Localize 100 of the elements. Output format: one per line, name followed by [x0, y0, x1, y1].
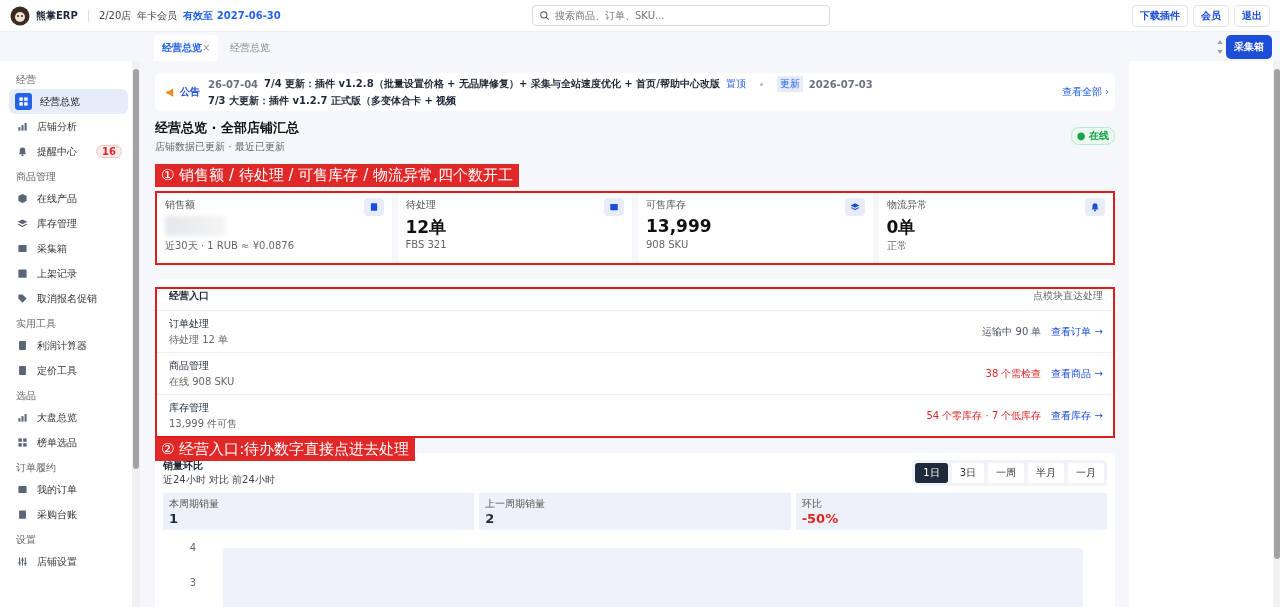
count-badge: 16 [96, 145, 122, 158]
sidebar-item[interactable]: 店铺设置 [9, 549, 128, 574]
annotation-callout: ② 经营入口:待办数字直接点进去处理 [155, 438, 416, 461]
page-subtitle: 店铺数据已更新 · 最近已更新 [155, 140, 286, 154]
sliders-icon [16, 556, 28, 567]
stat-note: 近30天 · 1 RUB ≈ ¥0.0876 [165, 239, 296, 253]
sidebar-group-title: 选品 [16, 389, 37, 403]
scrollbar[interactable] [132, 61, 139, 607]
range-tab[interactable]: 半月 [1028, 463, 1064, 483]
sidebar-item[interactable]: 取消报名促销 [9, 286, 128, 311]
stat-label: 物流异常 [886, 198, 927, 212]
scrollbar[interactable] [1273, 61, 1280, 607]
view-all-link[interactable]: 查看全部 › [1061, 85, 1109, 99]
header-button[interactable]: 退出 [1234, 4, 1270, 27]
sidebar-item[interactable]: 店铺分析 [9, 114, 128, 139]
announcement-text[interactable]: 7/4 更新：插件 v1.2.8（批量设置价格 + 无品牌修复）+ 采集与全站速度优化 + 首页/帮助中心改版 [264, 77, 720, 91]
entry-status: 38 个需检查 [985, 366, 1042, 381]
entry-subtitle: 13,999 件可售 [169, 416, 238, 431]
sidebar-item[interactable]: 库存管理 [9, 211, 128, 236]
announcement-date: 2026-07-03 [808, 78, 873, 90]
page-tab[interactable]: 经营总览 [222, 35, 279, 61]
entry-row[interactable]: 订单处理 待处理 12 单 运输中 90 单 查看订单 → [157, 311, 1113, 353]
box-icon [16, 193, 28, 204]
axis-label: 4 [189, 542, 197, 553]
announcement-tag: 置顶 [725, 77, 746, 91]
entry-name: 订单处理 [169, 316, 210, 331]
bar-chart-icon [16, 121, 28, 132]
announcement-label: 公告 [165, 85, 200, 99]
plan-label: 年卡会员 [137, 8, 178, 23]
header-button[interactable]: 下载插件 [1132, 4, 1188, 27]
sidebar-group-title: 经营 [16, 73, 37, 87]
section-hint: 点模块直达处理 [1033, 289, 1103, 303]
sidebar-item[interactable]: 大盘总览 [9, 405, 128, 430]
stat-value: 0单 [886, 216, 917, 236]
sidebar-group-title: 商品管理 [16, 170, 57, 184]
sidebar-group-title: 订单履约 [16, 461, 57, 475]
header-button[interactable]: 会员 [1193, 4, 1229, 27]
entry-subtitle: 在线 908 SKU [169, 374, 235, 389]
stat-label: 可售库存 [646, 198, 686, 212]
sidebar-item[interactable]: 上架记录 [9, 261, 128, 286]
page-tab[interactable]: 经营总览× [154, 35, 219, 61]
grid-icon [18, 96, 29, 107]
metric-value: 2 [485, 511, 496, 526]
entry-link[interactable]: 查看库存 → [1051, 408, 1103, 423]
stat-label: 待处理 [405, 198, 436, 212]
entry-row[interactable]: 库存管理 13,999 件可售 54 个零库存 · 7 个低库存 查看库存 → [157, 395, 1113, 436]
stat-card[interactable]: 可售库存 13,999 908 SKU [638, 193, 873, 263]
stat-note: 正常 [886, 239, 908, 253]
page-title: 经营总览 · 全部店铺汇总 [155, 119, 299, 137]
metric-label: 上一周期销量 [485, 497, 547, 511]
stat-card[interactable]: 销售额 近30天 · 1 RUB ≈ ¥0.0876 [157, 193, 392, 263]
scroll-arrows-icon[interactable] [1217, 38, 1223, 55]
entry-status: 54 个零库存 · 7 个低库存 [926, 408, 1042, 423]
range-tab[interactable]: 一月 [1068, 463, 1104, 483]
search-field[interactable]: 搜索商品、订单、SKU... [532, 5, 830, 26]
sidebar-item[interactable]: 采集箱 [9, 236, 128, 261]
metric-value: -50% [801, 511, 840, 526]
metric-value: 1 [169, 511, 180, 526]
range-tab[interactable]: 3日 [951, 463, 984, 483]
axis-label: 3 [189, 577, 197, 588]
bell-icon [1090, 202, 1100, 212]
entry-name: 商品管理 [169, 358, 210, 373]
sidebar-item[interactable]: 利润计算器 [9, 333, 128, 358]
bar-chart-icon [16, 412, 28, 423]
entry-link[interactable]: 查看订单 → [1051, 324, 1103, 339]
sidebar-item[interactable]: 在线产品 [9, 186, 128, 211]
range-tab[interactable]: 1日 [915, 463, 948, 483]
entry-row[interactable]: 商品管理 在线 908 SKU 38 个需检查 查看商品 → [157, 353, 1113, 395]
metric-label: 环比 [801, 497, 823, 511]
section-title: 经营入口 [169, 289, 209, 303]
expiry-date: 有效至 2027-06-30 [183, 8, 281, 23]
layers-icon [16, 218, 28, 229]
collect-box-button[interactable]: 采集箱 [1226, 34, 1272, 59]
sidebar-item[interactable]: 提醒中心 16 [9, 139, 128, 164]
brand-name: 熊掌ERP [36, 8, 78, 23]
stat-value: 13,999 [646, 216, 713, 236]
layers-icon [849, 202, 860, 212]
annotation-callout: ① 销售额 / 待处理 / 可售库存 / 物流异常,四个数开工 [155, 164, 519, 187]
announcement-text[interactable]: 7/3 大更新：插件 v1.2.7 正式版（多变体合卡 + 视频 [208, 94, 457, 108]
status-pill: ● 在线 [1070, 127, 1115, 145]
stat-label: 销售额 [165, 198, 195, 212]
sidebar-group-title: 设置 [16, 533, 37, 547]
sidebar-item[interactable]: 榜单选品 [9, 430, 128, 455]
tag-icon [16, 293, 28, 304]
entry-status: 运输中 90 单 [982, 324, 1042, 339]
entry-name: 库存管理 [169, 400, 210, 415]
sidebar-item[interactable]: 我的订单 [9, 477, 128, 502]
entry-subtitle: 待处理 12 单 [169, 332, 229, 347]
megaphone-icon [165, 86, 176, 98]
stat-card[interactable]: 物流异常 0单 正常 [878, 193, 1113, 263]
entry-link[interactable]: 查看商品 → [1051, 366, 1103, 381]
sidebar-item[interactable]: 定价工具 [9, 358, 128, 383]
range-tab[interactable]: 一周 [988, 463, 1024, 483]
bear-logo-icon [10, 5, 30, 26]
stat-note: 908 SKU [646, 239, 690, 250]
sidebar-item[interactable]: 采购台账 [9, 502, 128, 527]
store-count: 2/20店 [98, 8, 132, 23]
stat-card[interactable]: 待处理 12单 FBS 321 [397, 193, 632, 263]
announcement-date: 26-07-04 [208, 78, 259, 90]
sidebar-item[interactable]: 经营总览 [9, 89, 128, 114]
